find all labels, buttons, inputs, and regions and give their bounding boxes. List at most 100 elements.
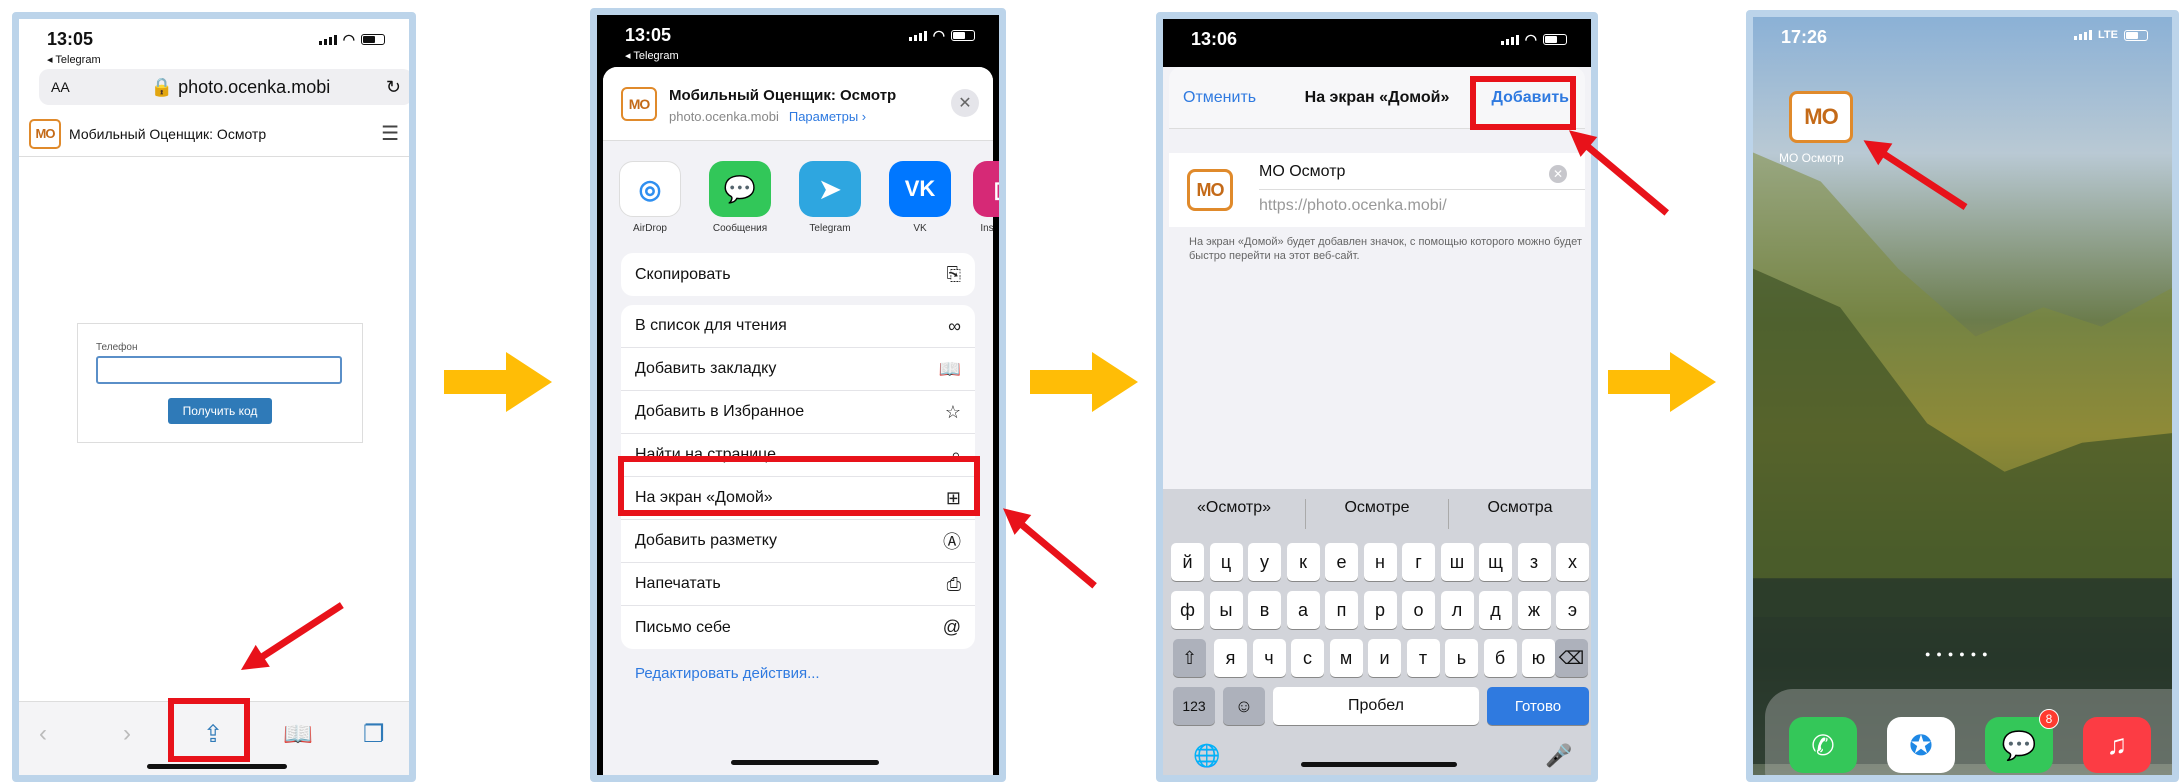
tabs-icon[interactable]: ❐ — [363, 720, 385, 749]
globe-icon[interactable]: 🌐 — [1193, 743, 1220, 769]
share-params-link[interactable]: Параметры › — [789, 109, 866, 124]
share-apps: ◎ AirDrop 💬 Сообщения ➤ Telegram VK VK ◻… — [603, 151, 999, 247]
suggestion-item[interactable]: Осмотре — [1305, 499, 1449, 529]
keyboard-key[interactable]: х — [1556, 543, 1589, 581]
app-instagram[interactable]: ◻ Ins — [973, 161, 999, 234]
action-label: Письмо себе — [635, 618, 731, 636]
messages-icon[interactable]: 💬 8 — [1985, 709, 2059, 773]
keyboard-key[interactable]: о — [1402, 591, 1435, 629]
keyboard-key[interactable]: й — [1171, 543, 1204, 581]
keyboard-key[interactable]: л — [1440, 591, 1474, 629]
keyboard-key[interactable]: д — [1479, 591, 1512, 629]
numbers-key[interactable]: 123 — [1173, 687, 1215, 725]
phone-icon[interactable]: ✆ — [1789, 717, 1857, 773]
action-mail-self[interactable]: Письмо себе @ — [621, 606, 975, 649]
wifi-icon: ◠ — [932, 27, 945, 43]
keyboard-key[interactable]: ш — [1440, 543, 1474, 581]
address-bar[interactable]: AA 🔒 photo.ocenka.mobi ↻ — [39, 69, 409, 105]
keyboard-key[interactable]: и — [1368, 639, 1401, 677]
menu-icon[interactable]: ☰ — [381, 121, 399, 146]
action-markup[interactable]: Добавить разметку Ⓐ — [621, 520, 975, 563]
highlight-share-button — [168, 698, 250, 762]
phone-input[interactable] — [96, 356, 342, 384]
keyboard-key[interactable]: я — [1214, 639, 1247, 677]
printer-icon: ⎙ — [946, 573, 961, 594]
highlight-add-to-home — [618, 456, 980, 516]
battery-icon — [951, 30, 975, 41]
keyboard-key[interactable]: к — [1286, 543, 1320, 581]
keyboard-key[interactable]: ж — [1517, 591, 1551, 629]
url-text: 🔒 photo.ocenka.mobi — [95, 77, 386, 98]
backspace-key[interactable]: ⌫ — [1555, 639, 1588, 677]
keyboard-key[interactable]: з — [1517, 543, 1551, 581]
divider — [1259, 189, 1585, 190]
suggestion-item[interactable]: Осмотра — [1449, 499, 1591, 529]
highlight-add-button — [1470, 76, 1576, 130]
site-logo[interactable]: MO — [29, 118, 61, 149]
keyboard-key[interactable]: п — [1325, 591, 1358, 629]
keyboard-key[interactable]: щ — [1479, 543, 1512, 581]
keyboard-key[interactable]: ь — [1445, 639, 1478, 677]
reload-icon[interactable]: ↻ — [386, 77, 401, 98]
status-icons: LTE — [2074, 29, 2148, 41]
keyboard-key[interactable]: р — [1363, 591, 1397, 629]
status-icons: ◠ — [1500, 31, 1567, 48]
next-step-arrow-2 — [1030, 352, 1138, 412]
status-bar: 13:05 ◂ Telegram ◠ — [597, 15, 999, 67]
done-key[interactable]: Готово — [1487, 687, 1589, 725]
signal-icon — [2074, 30, 2093, 40]
edit-actions-link[interactable]: Редактировать действия... — [635, 665, 820, 682]
keyboard-key[interactable]: ц — [1209, 543, 1243, 581]
emoji-key[interactable]: ☺ — [1223, 687, 1265, 725]
back-to-telegram[interactable]: ◂ Telegram — [47, 53, 101, 66]
action-add-favorites[interactable]: Добавить в Избранное ☆ — [621, 391, 975, 434]
suggestion-item[interactable]: «Осмотр» — [1163, 499, 1305, 529]
home-shortcut[interactable]: MO — [1789, 91, 1859, 147]
microphone-icon[interactable]: 🎤 — [1545, 743, 1572, 769]
action-reading-list[interactable]: В список для чтения ∞ — [621, 305, 975, 348]
action-label: В список для чтения — [635, 317, 787, 334]
get-code-button[interactable]: Получить код — [168, 398, 272, 424]
markup-icon: Ⓐ — [943, 532, 961, 552]
app-telegram[interactable]: ➤ Telegram — [797, 161, 863, 234]
back-icon[interactable]: ‹ — [39, 720, 47, 748]
keyboard-key[interactable]: м — [1329, 639, 1363, 677]
keyboard-key[interactable]: б — [1483, 639, 1517, 677]
keyboard-key[interactable]: н — [1363, 543, 1397, 581]
home-shortcut-icon: MO — [1789, 91, 1853, 143]
keyboard-key[interactable]: ч — [1252, 639, 1286, 677]
action-print[interactable]: Напечатать ⎙ — [621, 563, 975, 606]
keyboard-key[interactable]: ю — [1522, 639, 1555, 677]
close-icon[interactable]: ✕ — [951, 89, 979, 117]
keyboard-key[interactable]: ф — [1171, 591, 1204, 629]
bookmarks-icon[interactable]: 📖 — [283, 720, 313, 749]
text-size-button[interactable]: AA — [51, 79, 95, 95]
shortcut-url: https://photo.ocenka.mobi/ — [1259, 197, 1447, 214]
shift-key[interactable]: ⇧ — [1173, 639, 1206, 677]
space-key[interactable]: Пробел — [1273, 687, 1479, 725]
keyboard-key[interactable]: у — [1248, 543, 1281, 581]
keyboard-key[interactable]: ы — [1209, 591, 1243, 629]
shortcut-name-input[interactable]: МО Осмотр — [1259, 163, 1345, 181]
keyboard-key[interactable]: т — [1406, 639, 1440, 677]
share-header: MO Мобильный Оценщик: Осмотр photo.ocenk… — [603, 67, 993, 141]
app-vk[interactable]: VK VK — [887, 161, 953, 234]
keyboard-key[interactable]: а — [1286, 591, 1320, 629]
keyboard-key[interactable]: е — [1325, 543, 1358, 581]
keyboard-key[interactable]: с — [1291, 639, 1324, 677]
safari-icon[interactable]: ✪ — [1887, 717, 1955, 773]
app-airdrop[interactable]: ◎ AirDrop — [617, 161, 683, 234]
music-icon[interactable]: ♫ — [2083, 717, 2151, 773]
action-add-bookmark[interactable]: Добавить закладку 📖 — [621, 348, 975, 391]
clear-icon[interactable]: ✕ — [1549, 165, 1567, 183]
forward-icon[interactable]: › — [123, 720, 131, 748]
app-messages[interactable]: 💬 Сообщения — [707, 161, 773, 234]
action-copy[interactable]: Скопировать ⎘ — [621, 253, 975, 296]
app-label: Telegram — [809, 223, 851, 234]
keyboard-key[interactable]: э — [1556, 591, 1589, 629]
action-label: Скопировать — [635, 265, 731, 283]
keyboard-key[interactable]: г — [1402, 543, 1435, 581]
back-to-telegram[interactable]: ◂ Telegram — [625, 49, 679, 62]
keyboard-key[interactable]: в — [1248, 591, 1281, 629]
home-indicator — [731, 760, 879, 765]
